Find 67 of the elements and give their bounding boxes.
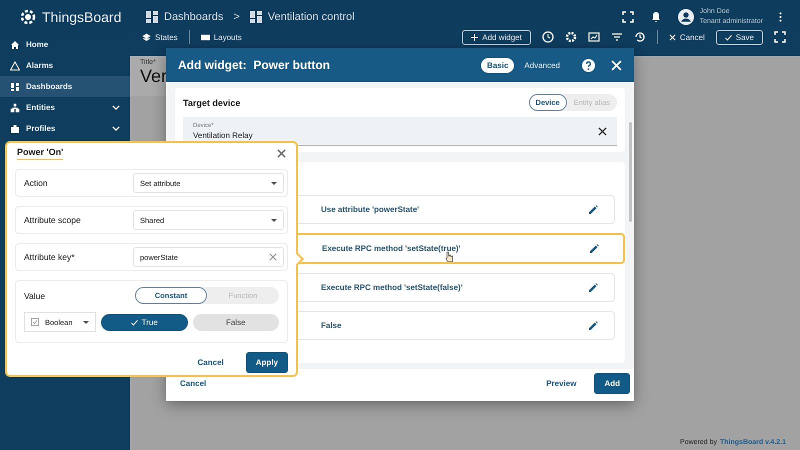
states-tab[interactable]: States [142, 32, 178, 42]
checkbox-icon [31, 318, 39, 326]
plus-icon [471, 34, 478, 40]
layers-icon [142, 32, 151, 42]
avatar-icon[interactable] [678, 9, 694, 25]
more-icon[interactable] [779, 12, 782, 22]
layouts-tab[interactable]: Layouts [200, 32, 242, 42]
breadcrumb-link[interactable]: Ventilation control [268, 11, 355, 23]
clear-icon[interactable] [598, 126, 607, 136]
sidebar-item[interactable]: Entities [0, 97, 130, 118]
edit-icon[interactable] [588, 320, 598, 330]
menu-item-icon [10, 124, 20, 134]
fullscreen-icon[interactable] [774, 31, 786, 43]
history-icon[interactable] [634, 31, 646, 43]
popup-title: Power 'On' [17, 147, 64, 160]
cancel-button[interactable]: Cancel [668, 32, 705, 42]
menu-item-icon [10, 102, 20, 112]
mode-toggle[interactable]: Advanced [518, 58, 566, 72]
dropdown-icon [271, 182, 277, 184]
settings-icon[interactable] [564, 31, 577, 43]
dialog-title: Add widget: Power button [178, 58, 331, 72]
logo-icon [18, 7, 38, 27]
menu-item-icon [10, 40, 20, 50]
edit-icon[interactable] [588, 282, 598, 292]
apply-button[interactable]: Apply [246, 352, 288, 373]
filter-icon[interactable] [610, 31, 623, 43]
check-icon [724, 34, 732, 40]
dropdown-icon [271, 218, 277, 222]
sidebar-item[interactable]: Dashboards [0, 76, 130, 97]
edit-icon[interactable] [589, 244, 599, 254]
preview-button[interactable]: Preview [540, 378, 582, 388]
dashboard-icon [250, 11, 262, 23]
field-value: Ver [140, 66, 168, 87]
save-button[interactable]: Save [716, 30, 763, 44]
sidebar-item[interactable]: Home [0, 34, 130, 55]
boolean-option[interactable]: True [101, 314, 188, 330]
setting-label: Value [24, 290, 46, 300]
app-logo-text: ThingsBoard [42, 9, 122, 25]
breadcrumb-link[interactable]: Dashboards [164, 11, 224, 23]
dropdown-icon [83, 320, 89, 324]
close-icon[interactable] [277, 149, 286, 158]
edit-icon[interactable] [588, 204, 598, 214]
add-button[interactable]: Add [594, 372, 630, 394]
menu-item-icon [10, 60, 20, 70]
fullscreen-icon[interactable] [622, 11, 634, 23]
mode-toggle[interactable]: Basic [481, 58, 514, 72]
setting-label: Attribute scope [24, 215, 81, 225]
pointer-cursor-icon [444, 251, 454, 263]
bell-icon[interactable] [650, 11, 662, 23]
breadcrumb-separator: > [233, 11, 240, 23]
clock-icon[interactable] [542, 31, 554, 43]
boolean-option[interactable]: False [192, 314, 279, 330]
add-widget-button[interactable]: Add widget [462, 30, 531, 44]
help-icon[interactable] [582, 58, 595, 72]
check-icon [130, 318, 138, 326]
sidebar-item[interactable]: Alarms [0, 55, 130, 76]
cancel-button[interactable]: Cancel [192, 357, 230, 368]
sidebar-item[interactable]: Profiles [0, 118, 130, 139]
setting-label: Action [24, 178, 48, 188]
cancel-button[interactable]: Cancel [174, 378, 212, 388]
menu-item-icon [10, 82, 20, 92]
setting-label: Attribute key* [24, 252, 75, 262]
dashboard-icon [146, 11, 158, 23]
close-icon [668, 34, 676, 40]
layout-icon [200, 32, 210, 42]
chart-icon[interactable] [588, 31, 600, 43]
section-heading: Target device [183, 98, 240, 108]
